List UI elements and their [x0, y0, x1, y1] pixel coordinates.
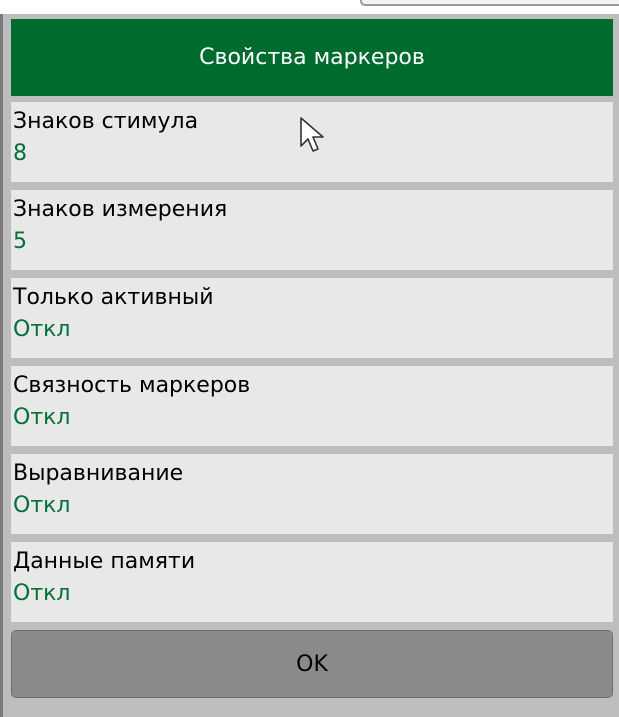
menu-item-value: Откл	[13, 405, 71, 430]
background-window-edge	[360, 0, 619, 6]
menu-item-value: 5	[13, 229, 27, 254]
menu-item-value: Откл	[13, 317, 71, 342]
menu-item-label: Данные памяти	[13, 549, 196, 574]
menu-item-measurement-digits[interactable]: Знаков измерения 5	[11, 190, 613, 270]
mouse-pointer-icon	[300, 117, 324, 152]
ok-button[interactable]: OK	[11, 630, 613, 698]
panel-title-text: Свойства маркеров	[199, 45, 425, 70]
menu-item-marker-coupling[interactable]: Связность маркеров Откл	[11, 366, 613, 446]
menu-item-label: Связность маркеров	[13, 373, 251, 398]
menu-item-value: Откл	[13, 581, 71, 606]
menu-item-alignment[interactable]: Выравнивание Откл	[11, 454, 613, 534]
ok-button-label: OK	[296, 651, 328, 677]
marker-properties-panel: Свойства маркеров Знаков стимула 8 Знако…	[0, 14, 619, 717]
menu-item-value: Откл	[13, 493, 71, 518]
menu-item-label: Только активный	[13, 285, 214, 310]
menu-item-stimulus-digits[interactable]: Знаков стимула 8	[11, 102, 613, 182]
menu-item-label: Выравнивание	[13, 461, 184, 486]
panel-title: Свойства маркеров	[11, 19, 613, 96]
menu-item-active-only[interactable]: Только активный Откл	[11, 278, 613, 358]
menu-item-label: Знаков измерения	[13, 197, 228, 222]
menu-item-memory-data[interactable]: Данные памяти Откл	[11, 542, 613, 622]
